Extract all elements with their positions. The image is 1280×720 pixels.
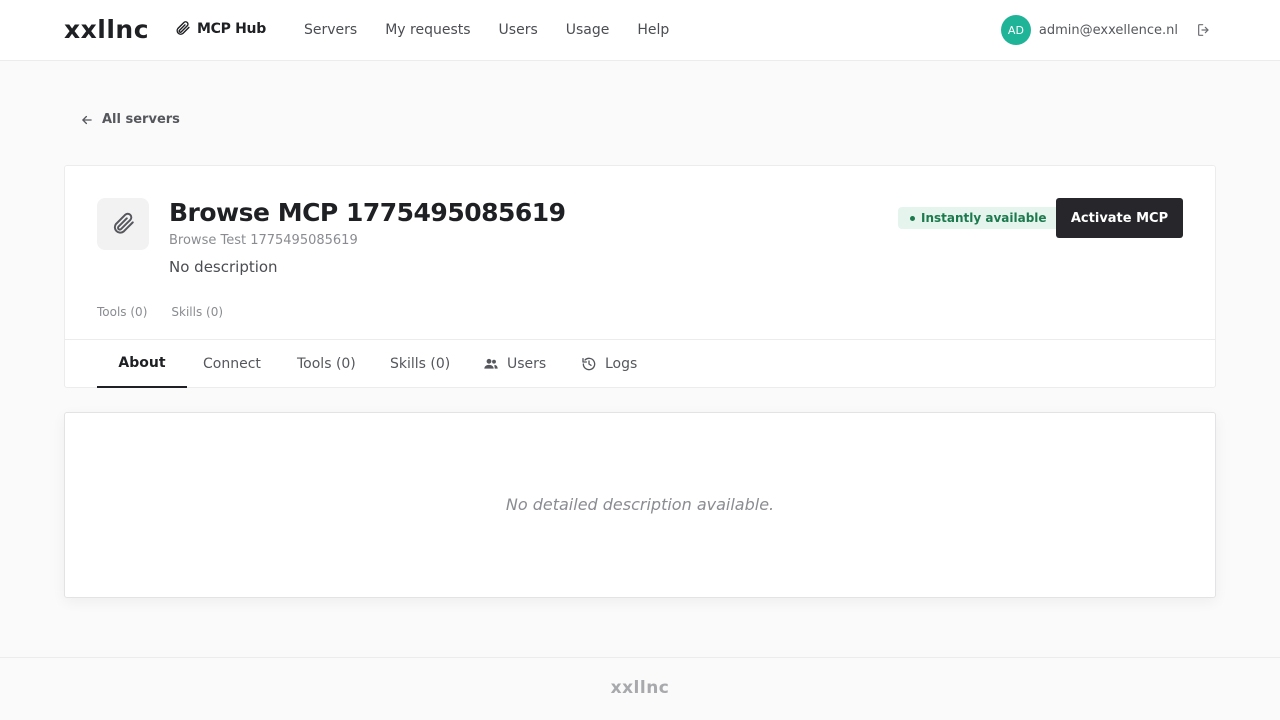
arrow-left-icon — [82, 115, 92, 124]
server-card: Browse MCP 1775495085619 Browse Test 177… — [64, 165, 1216, 388]
nav-users[interactable]: Users — [499, 21, 538, 39]
logout-icon — [1198, 24, 1209, 36]
server-counts: Tools (0) Skills (0) — [97, 305, 223, 319]
nav-servers[interactable]: Servers — [304, 21, 357, 39]
about-panel: No detailed description available. — [64, 412, 1216, 598]
paperclip-icon — [176, 21, 190, 35]
tab-users[interactable]: Users — [483, 340, 546, 388]
avatar[interactable]: AD — [1000, 15, 1031, 45]
tools-count: Tools (0) — [97, 305, 148, 319]
tab-users-label: Users — [507, 356, 547, 372]
status-badge-label: Instantly available — [921, 211, 1047, 225]
tab-skills-label: Skills (0) — [390, 356, 451, 372]
users-icon — [484, 358, 498, 369]
footer: xxllnc — [0, 657, 1280, 720]
tab-connect[interactable]: Connect — [203, 340, 261, 388]
tab-connect-label: Connect — [203, 356, 261, 372]
back-to-all-servers[interactable]: All servers — [80, 112, 180, 127]
top-bar: xxllnc MCP Hub Servers My requests Users… — [0, 0, 1280, 61]
server-subtitle: Browse Test 1775495085619 — [169, 233, 358, 248]
empty-description-message: No detailed description available. — [505, 495, 775, 514]
user-email: admin@exxellence.nl — [1038, 22, 1178, 38]
tab-skills[interactable]: Skills (0) — [390, 340, 450, 388]
skills-count: Skills (0) — [171, 305, 224, 319]
activate-mcp-button[interactable]: Activate MCP — [1056, 198, 1183, 238]
brand-logo[interactable]: xxllnc — [64, 16, 149, 44]
server-tabs: About Connect Tools (0) Skills (0) Users — [65, 339, 1215, 388]
nav-help[interactable]: Help — [637, 21, 669, 39]
main-nav: Servers My requests Users Usage Help — [304, 21, 669, 39]
server-title: Browse MCP 1775495085619 — [169, 198, 566, 227]
server-avatar — [97, 198, 149, 250]
tab-logs[interactable]: Logs — [581, 340, 637, 388]
mcp-hub-home[interactable]: MCP Hub — [174, 20, 266, 37]
server-description: No description — [169, 258, 278, 276]
mcp-hub-label: MCP Hub — [197, 20, 266, 37]
status-badge: Instantly available — [898, 207, 1059, 229]
nav-usage[interactable]: Usage — [566, 21, 610, 39]
nav-my-requests[interactable]: My requests — [385, 21, 470, 39]
back-link-label: All servers — [102, 112, 180, 127]
footer-logo: xxllnc — [610, 678, 670, 698]
logout-button[interactable] — [1196, 22, 1212, 38]
history-icon — [582, 357, 596, 371]
tab-tools-label: Tools (0) — [297, 356, 356, 372]
tab-tools[interactable]: Tools (0) — [297, 340, 356, 388]
tab-about[interactable]: About — [97, 340, 187, 388]
user-menu: AD admin@exxellence.nl — [1000, 15, 1212, 45]
tab-logs-label: Logs — [605, 356, 638, 372]
paperclip-icon — [113, 212, 134, 234]
status-dot-icon — [910, 215, 915, 221]
tab-about-label: About — [118, 355, 166, 371]
